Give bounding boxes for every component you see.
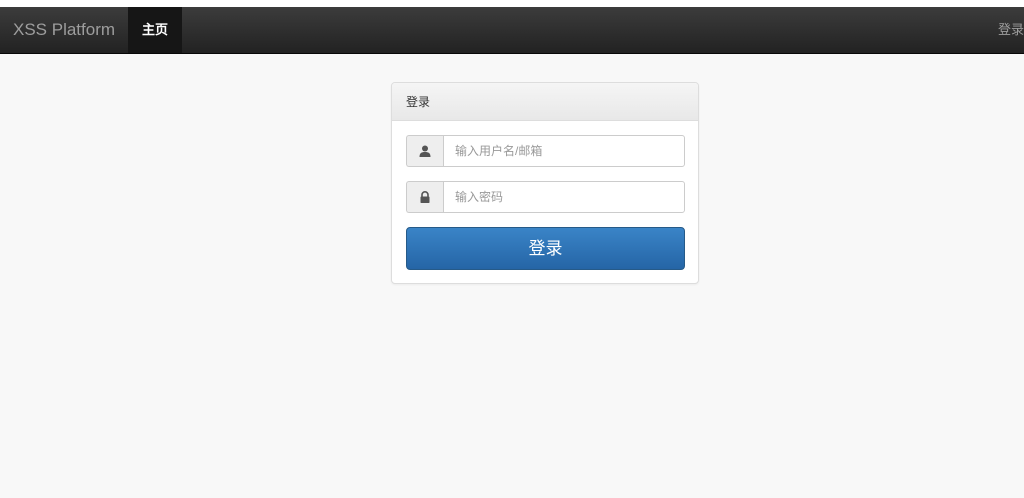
username-input[interactable] <box>443 135 685 167</box>
navbar: XSS Platform 主页 登录 <box>0 7 1024 54</box>
brand-link[interactable]: XSS Platform <box>13 20 115 40</box>
nav-item-home[interactable]: 主页 <box>128 7 182 53</box>
login-panel: 登录 登录 <box>391 82 699 284</box>
password-group <box>406 181 685 213</box>
top-strip <box>0 0 1024 7</box>
nav-item-login[interactable]: 登录 <box>998 7 1024 53</box>
password-input[interactable] <box>443 181 685 213</box>
lock-icon <box>406 181 443 213</box>
login-button[interactable]: 登录 <box>406 227 685 270</box>
panel-heading: 登录 <box>392 83 698 121</box>
user-icon <box>406 135 443 167</box>
username-group <box>406 135 685 167</box>
